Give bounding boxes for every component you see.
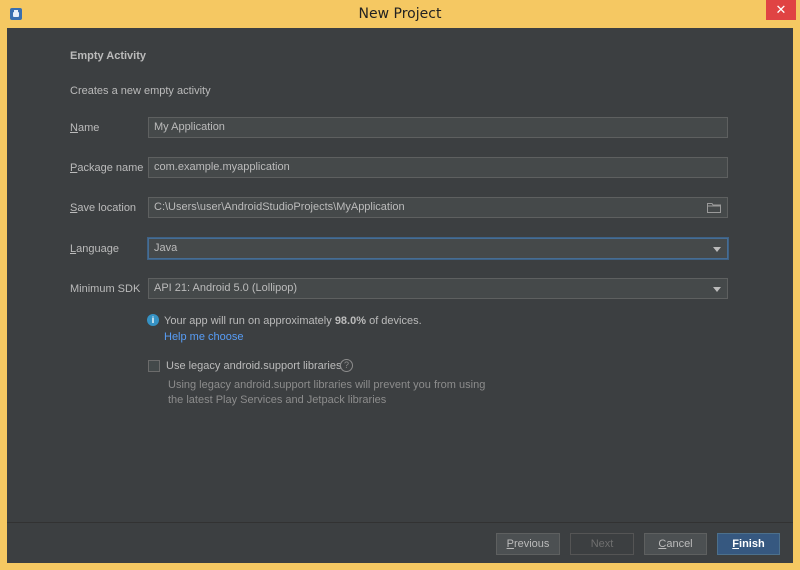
help-me-choose-link[interactable]: Help me choose bbox=[164, 331, 244, 343]
save-location-field[interactable]: C:\Users\user\AndroidStudioProjects\MyAp… bbox=[148, 197, 728, 218]
next-button[interactable]: Next bbox=[570, 533, 634, 555]
chevron-down-icon bbox=[713, 287, 721, 292]
name-label: Name bbox=[70, 122, 100, 134]
language-dropdown[interactable]: Java bbox=[148, 238, 728, 259]
package-name-field[interactable]: com.example.myapplication bbox=[148, 157, 728, 178]
close-button[interactable]: ✕ bbox=[766, 0, 796, 20]
folder-icon[interactable] bbox=[707, 202, 721, 213]
new-project-window: New Project ✕ Empty Activity Creates a n… bbox=[0, 0, 800, 570]
legacy-support-checkbox[interactable] bbox=[148, 360, 160, 372]
template-description: Creates a new empty activity bbox=[70, 85, 211, 97]
minimum-sdk-dropdown[interactable]: API 21: Android 5.0 (Lollipop) bbox=[148, 278, 728, 299]
save-location-label: Save location bbox=[70, 202, 137, 214]
language-label: Language bbox=[70, 243, 119, 255]
legacy-support-description: Using legacy android.support libraries w… bbox=[168, 379, 486, 406]
package-name-label: Package name bbox=[70, 162, 144, 174]
minimum-sdk-value: API 21: Android 5.0 (Lollipop) bbox=[154, 282, 298, 294]
help-icon[interactable]: ? bbox=[340, 359, 353, 372]
language-value: Java bbox=[154, 242, 178, 254]
finish-button[interactable]: Finish bbox=[717, 533, 780, 555]
cancel-button[interactable]: Cancel bbox=[644, 533, 707, 555]
coverage-percent: 98.0% bbox=[334, 315, 367, 327]
close-icon: ✕ bbox=[775, 2, 787, 17]
template-title: Empty Activity bbox=[70, 50, 147, 62]
save-location-value: C:\Users\user\AndroidStudioProjects\MyAp… bbox=[154, 201, 405, 213]
name-field[interactable]: My Application bbox=[148, 117, 728, 138]
previous-button[interactable]: Previous bbox=[496, 533, 560, 555]
window-title: New Project bbox=[358, 6, 442, 22]
info-icon: i bbox=[147, 314, 159, 326]
minimum-sdk-label: Minimum SDK bbox=[70, 283, 141, 295]
chevron-down-icon bbox=[713, 247, 721, 252]
package-name-value: com.example.myapplication bbox=[154, 161, 290, 173]
legacy-support-label[interactable]: Use legacy android.support libraries bbox=[166, 360, 341, 372]
name-field-value: My Application bbox=[154, 121, 225, 133]
title-bar[interactable]: New Project ✕ bbox=[0, 0, 800, 28]
device-coverage-text: Your app will run on approximately 98.0%… bbox=[164, 315, 422, 327]
